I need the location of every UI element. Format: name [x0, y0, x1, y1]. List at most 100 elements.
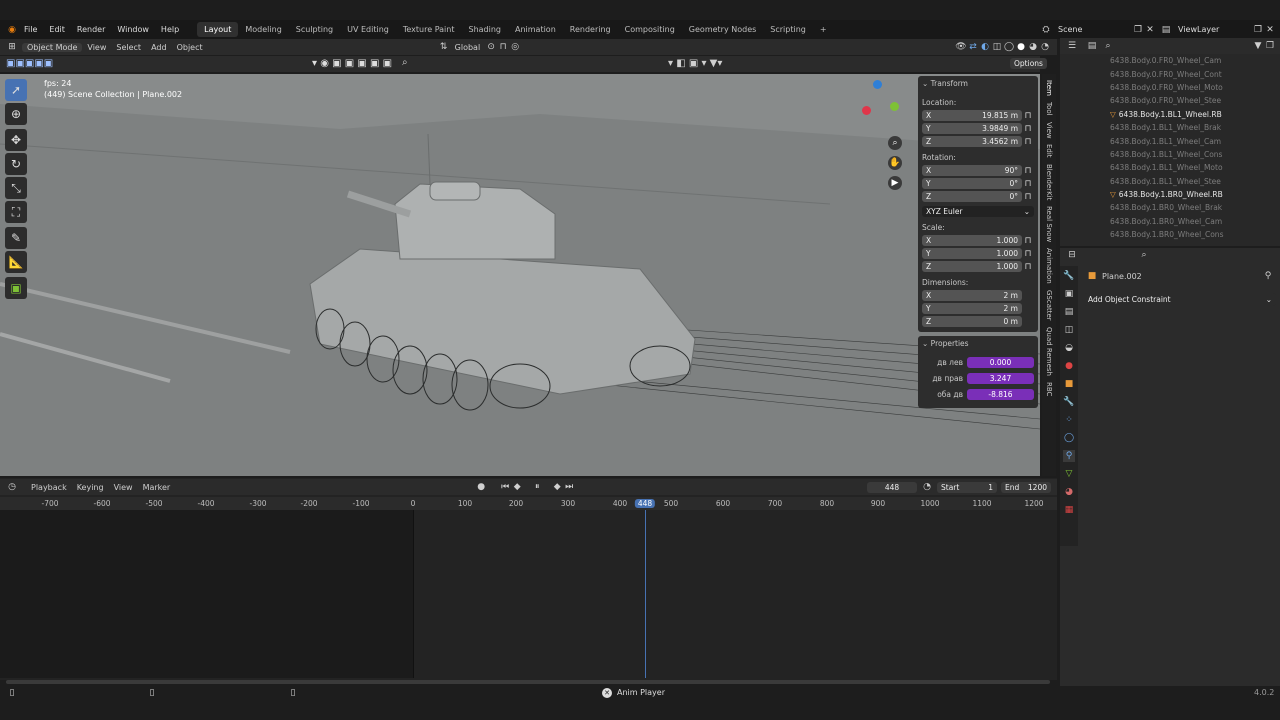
- new-collection-icon[interactable]: ❐: [1264, 40, 1276, 52]
- tab-blenderkit[interactable]: BlenderKit: [1045, 164, 1053, 200]
- cursor-tool-icon[interactable]: ⊕: [5, 103, 27, 125]
- timeline-editor-icon[interactable]: ◷: [6, 481, 18, 493]
- y-axis-icon[interactable]: [890, 102, 899, 111]
- tab-quad-remesh[interactable]: Quad Remesh: [1045, 327, 1053, 376]
- menu-window[interactable]: Window: [111, 25, 155, 34]
- tab-modeling[interactable]: Modeling: [238, 22, 288, 37]
- gizmo-icon[interactable]: ⇄: [967, 41, 979, 53]
- constraint-tab-icon[interactable]: ⚲: [1063, 450, 1075, 462]
- scale-z-field[interactable]: Z 1.000: [922, 261, 1022, 272]
- menu-add[interactable]: Add: [146, 43, 172, 52]
- prev-keyframe-icon[interactable]: ◆: [511, 481, 523, 493]
- scene-tab-icon[interactable]: ◒: [1063, 342, 1075, 354]
- scale-x-field[interactable]: X 1.000: [922, 235, 1022, 246]
- outliner-row[interactable]: 6438.Body.0.FR0_Wheel_Moto: [1060, 81, 1280, 94]
- particles-tab-icon[interactable]: ⁘: [1063, 414, 1075, 426]
- view-layer-tab-icon[interactable]: ◫: [1063, 324, 1075, 336]
- render-tab-icon[interactable]: ▣: [1063, 288, 1075, 300]
- tab-uv-editing[interactable]: UV Editing: [340, 22, 396, 37]
- pin-icon[interactable]: ⚲: [1262, 270, 1274, 282]
- select-mode-icons[interactable]: ▣▣▣▣▣: [6, 58, 53, 69]
- menu-select[interactable]: Select: [111, 43, 146, 52]
- add-cube-tool-icon[interactable]: ▣: [5, 277, 27, 299]
- wireframe-shading-icon[interactable]: ◯: [1003, 41, 1015, 53]
- tab-compositing[interactable]: Compositing: [618, 22, 682, 37]
- close-icon[interactable]: ✕: [1144, 24, 1156, 36]
- timeline-scrollbar[interactable]: [6, 680, 1050, 684]
- physics-tab-icon[interactable]: ◯: [1063, 432, 1075, 444]
- outliner-row[interactable]: 6438.Body.1.BR0_Wheel_Cons: [1060, 228, 1280, 241]
- tab-rendering[interactable]: Rendering: [563, 22, 618, 37]
- modifier-tab-icon[interactable]: 🔧: [1063, 396, 1075, 408]
- visibility-icon[interactable]: 👁: [955, 41, 967, 53]
- outliner-row[interactable]: 6438.Body.0.FR0_Wheel_Cont: [1060, 67, 1280, 80]
- location-y-field[interactable]: Y 3.9849 m: [922, 123, 1022, 134]
- filter-icon[interactable]: ▼: [1252, 40, 1264, 52]
- lock-icon[interactable]: ⊓: [1022, 110, 1034, 122]
- property-value-field[interactable]: 3.247: [967, 372, 1034, 384]
- menu-object[interactable]: Object: [172, 43, 208, 52]
- view-menu[interactable]: View: [109, 483, 138, 492]
- pan-icon[interactable]: ✋: [888, 156, 902, 170]
- tab-geometry-nodes[interactable]: Geometry Nodes: [682, 22, 763, 37]
- object-mode-dropdown[interactable]: Object Mode: [22, 42, 83, 52]
- end-frame-field[interactable]: End 1200: [1001, 481, 1051, 493]
- playhead-frame-label[interactable]: 448: [634, 499, 656, 508]
- xray-icon[interactable]: ◫: [991, 41, 1003, 53]
- clock-icon[interactable]: ◔: [921, 481, 933, 493]
- lock-icon[interactable]: ⊓: [1022, 178, 1034, 190]
- orientation-dropdown[interactable]: Global: [450, 43, 486, 52]
- outliner-row[interactable]: 6438.Body.1.BL1_Wheel_Stee: [1060, 175, 1280, 188]
- tab-texture-paint[interactable]: Texture Paint: [396, 22, 462, 37]
- outliner-row[interactable]: 6438.Body.1.BL1_Wheel_Moto: [1060, 161, 1280, 174]
- menu-render[interactable]: Render: [71, 25, 111, 34]
- search-icon[interactable]: ⌕: [402, 57, 408, 68]
- data-tab-icon[interactable]: ▽: [1063, 468, 1075, 480]
- location-x-field[interactable]: X 19.815 m: [922, 110, 1022, 121]
- properties-title[interactable]: Properties: [931, 339, 969, 348]
- z-axis-icon[interactable]: [873, 80, 882, 89]
- view-layer-selector[interactable]: ViewLayer: [1172, 25, 1252, 34]
- lock-icon[interactable]: ⊓: [1022, 191, 1034, 203]
- cancel-icon[interactable]: ✕: [602, 688, 612, 698]
- tab-gscatter[interactable]: GScatter: [1045, 290, 1053, 321]
- menu-view[interactable]: View: [82, 43, 111, 52]
- tab-real-snow[interactable]: Real Snow: [1045, 206, 1053, 242]
- add-object-constraint-button[interactable]: Add Object Constraint ⌄: [1084, 293, 1276, 306]
- tab-shading[interactable]: Shading: [461, 22, 508, 37]
- outliner-row[interactable]: ▽ 6438.Body.1.BL1_Wheel.RB: [1060, 108, 1280, 121]
- scene-selector[interactable]: Scene: [1052, 25, 1132, 34]
- display-mode-icon[interactable]: ▤: [1086, 40, 1098, 52]
- snap-icon[interactable]: ⊓: [497, 41, 509, 53]
- lock-icon[interactable]: ⊓: [1022, 248, 1034, 260]
- world-tab-icon[interactable]: ●: [1063, 360, 1075, 372]
- rotation-y-field[interactable]: Y 0°: [922, 178, 1022, 189]
- proportional-edit-icon[interactable]: ◎: [509, 41, 521, 53]
- annotate-tool-icon[interactable]: ✎: [5, 227, 27, 249]
- add-workspace-button[interactable]: +: [813, 22, 834, 37]
- texture-tab-icon[interactable]: ▦: [1063, 504, 1075, 516]
- 3d-viewport[interactable]: fps: 24 (449) Scene Collection | Plane.0…: [0, 74, 1040, 476]
- lock-icon[interactable]: ⊓: [1022, 165, 1034, 177]
- playback-menu[interactable]: Playback: [26, 483, 72, 492]
- close-icon[interactable]: ✕: [1264, 24, 1276, 36]
- jump-end-icon[interactable]: ⏭: [563, 481, 575, 493]
- keying-menu[interactable]: Keying: [72, 483, 109, 492]
- rotation-mode-dropdown[interactable]: XYZ Euler ⌄: [922, 206, 1034, 217]
- lock-icon[interactable]: ⊓: [1022, 123, 1034, 135]
- next-keyframe-icon[interactable]: ◆: [551, 481, 563, 493]
- dimensions-x-field[interactable]: X2 m: [922, 290, 1022, 301]
- overlay-icon[interactable]: ◐: [979, 41, 991, 53]
- transform-title[interactable]: Transform: [931, 79, 968, 88]
- blender-logo-icon[interactable]: ◉: [6, 24, 18, 36]
- tab-rbc[interactable]: RBC: [1045, 382, 1053, 396]
- outliner-row[interactable]: ▽ 6438.Body.1.BR0_Wheel.RB: [1060, 188, 1280, 201]
- chevron-down-icon[interactable]: ⌄: [922, 339, 931, 348]
- chevron-down-icon[interactable]: ⌄: [922, 79, 931, 88]
- copy-icon[interactable]: ❐: [1132, 24, 1144, 36]
- outliner-row[interactable]: 6438.Body.1.BL1_Wheel_Cons: [1060, 148, 1280, 161]
- playhead-line[interactable]: [645, 510, 646, 678]
- outliner-row[interactable]: 6438.Body.0.FR0_Wheel_Stee: [1060, 94, 1280, 107]
- move-tool-icon[interactable]: ✥: [5, 129, 27, 151]
- editor-type-icon[interactable]: ⊞: [6, 41, 18, 53]
